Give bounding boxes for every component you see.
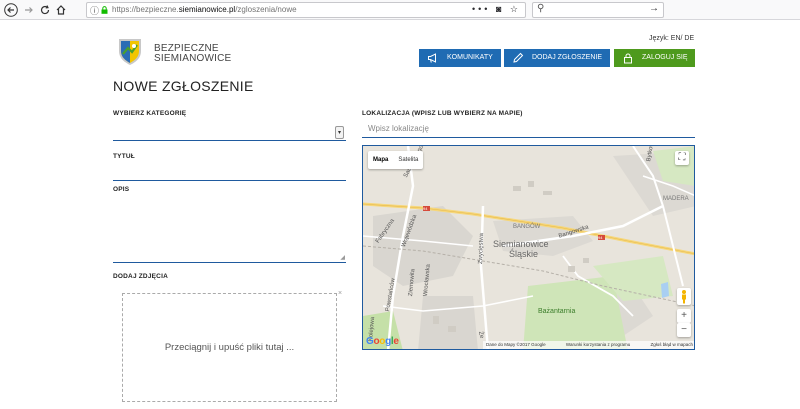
dropzone-text: Przeciągnij i upuść pliki tutaj ... <box>164 342 295 353</box>
map-terms-link[interactable]: Warunki korzystania z programu <box>566 341 630 349</box>
page-actions: ••• ◙ ☆ <box>472 4 521 15</box>
resize-grip-icon[interactable]: ◢ <box>340 254 345 261</box>
info-icon[interactable]: ⓘ <box>90 4 99 17</box>
reload-icon[interactable] <box>38 3 52 17</box>
pegman-icon[interactable] <box>677 288 691 305</box>
komunikaty-button[interactable]: KOMUNIKATY <box>419 49 501 67</box>
city-line-1: Siemianowice <box>493 239 549 249</box>
padlock-icon <box>624 53 632 64</box>
city-label: Siemianowice <box>493 239 549 249</box>
bangow-label: BANGÓW <box>513 224 541 230</box>
location-input[interactable]: Wpisz lokalizację <box>362 120 695 138</box>
home-icon[interactable] <box>54 3 68 17</box>
title-input[interactable] <box>113 164 346 181</box>
category-select[interactable]: ▾ <box>113 122 346 141</box>
pocket-icon[interactable]: ◙ <box>496 4 504 14</box>
add-report-button[interactable]: DODAJ ZGŁOSZENIE <box>504 49 610 67</box>
more-icon[interactable]: ••• <box>472 4 490 14</box>
brand-name[interactable]: BEZPIECZNE SIEMIANOWICE <box>154 44 231 64</box>
location-label: LOKALIZACJA (WPISZ LUB WYBIERZ NA MAPIE) <box>362 110 523 117</box>
back-icon[interactable] <box>4 3 18 17</box>
url-domain: siemianowice.pl <box>178 5 236 14</box>
language-switcher: Język: EN/ DE <box>649 35 694 42</box>
location-placeholder: Wpisz lokalizację <box>368 124 429 133</box>
fullscreen-icon[interactable]: ⛶ <box>675 151 689 165</box>
search-bar[interactable]: ⚲ → <box>532 2 664 18</box>
photo-dropzone[interactable]: Przeciągnij i upuść pliki tutaj ... <box>122 293 337 402</box>
chevron-down-icon[interactable]: ▾ <box>335 126 344 139</box>
url-prefix: https://bezpieczne. <box>112 5 179 14</box>
login-label: ZALOGUJ SIĘ <box>642 54 688 61</box>
zoom-out-button[interactable]: − <box>677 323 691 337</box>
description-label: OPIS <box>113 186 130 193</box>
map-type-satellite[interactable]: Satelita <box>393 151 423 169</box>
add-report-label: DODAJ ZGŁOSZENIE <box>532 54 603 61</box>
photos-label: DODAJ ZDJĘCIA <box>113 273 168 280</box>
road-94-label-2: 94 <box>598 235 603 240</box>
madera-label: MADERA <box>663 196 689 202</box>
url-text: https://bezpieczne.siemianowice.pl/zglos… <box>112 5 297 14</box>
map-report-link[interactable]: Zgłoś błąd w mapach <box>650 341 693 349</box>
browser-toolbar: ⓘ https://bezpieczne.siemianowice.pl/zgl… <box>0 0 800 20</box>
search-icon: ⚲ <box>537 3 545 14</box>
komunikaty-label: KOMUNIKATY <box>447 54 493 61</box>
pencil-icon <box>513 52 524 63</box>
category-label: WYBIERZ KATEGORIĘ <box>113 110 187 117</box>
url-path: /zgloszenia/nowe <box>235 5 297 14</box>
language-options[interactable]: EN/ DE <box>671 35 694 42</box>
map-view[interactable]: 94 94 Siemianowice Śląskie BANGÓW MADERA… <box>362 145 695 350</box>
street-zeromskiego: Że <box>477 331 485 339</box>
dropzone-close-icon[interactable]: × <box>338 290 342 297</box>
street-zwyciestwa: Zwycięstwa <box>478 233 486 265</box>
bazantarnia-label: Bażantarnia <box>538 308 576 315</box>
zoom-in-button[interactable]: + <box>677 309 691 323</box>
city-line-2: Śląskie <box>509 249 539 259</box>
login-button[interactable]: ZALOGUJ SIĘ <box>614 49 695 67</box>
lock-icon <box>101 6 108 14</box>
bookmark-star-icon[interactable]: ☆ <box>510 4 521 14</box>
google-logo[interactable]: Google <box>366 336 399 347</box>
description-textarea[interactable]: ◢ <box>113 197 346 263</box>
map-attribution: Dane do Mapy ©2017 Google Warunki korzys… <box>483 341 694 349</box>
go-arrow-icon[interactable]: → <box>649 3 659 14</box>
megaphone-icon <box>428 53 436 63</box>
language-label: Język: <box>649 35 669 42</box>
road-94-label-1: 94 <box>423 206 428 211</box>
title-label: TYTUŁ <box>113 153 135 160</box>
url-bar[interactable]: ⓘ https://bezpieczne.siemianowice.pl/zgl… <box>86 2 526 18</box>
forward-icon[interactable] <box>22 3 36 17</box>
city-logo[interactable] <box>116 36 144 66</box>
page-title: NOWE ZGŁOSZENIE <box>113 78 254 94</box>
brand-line-2: SIEMIANOWICE <box>154 53 232 64</box>
map-type-control: Mapa Satelita <box>368 151 424 169</box>
map-data-credit: Dane do Mapy ©2017 Google <box>486 342 546 347</box>
map-type-map[interactable]: Mapa <box>368 151 393 169</box>
